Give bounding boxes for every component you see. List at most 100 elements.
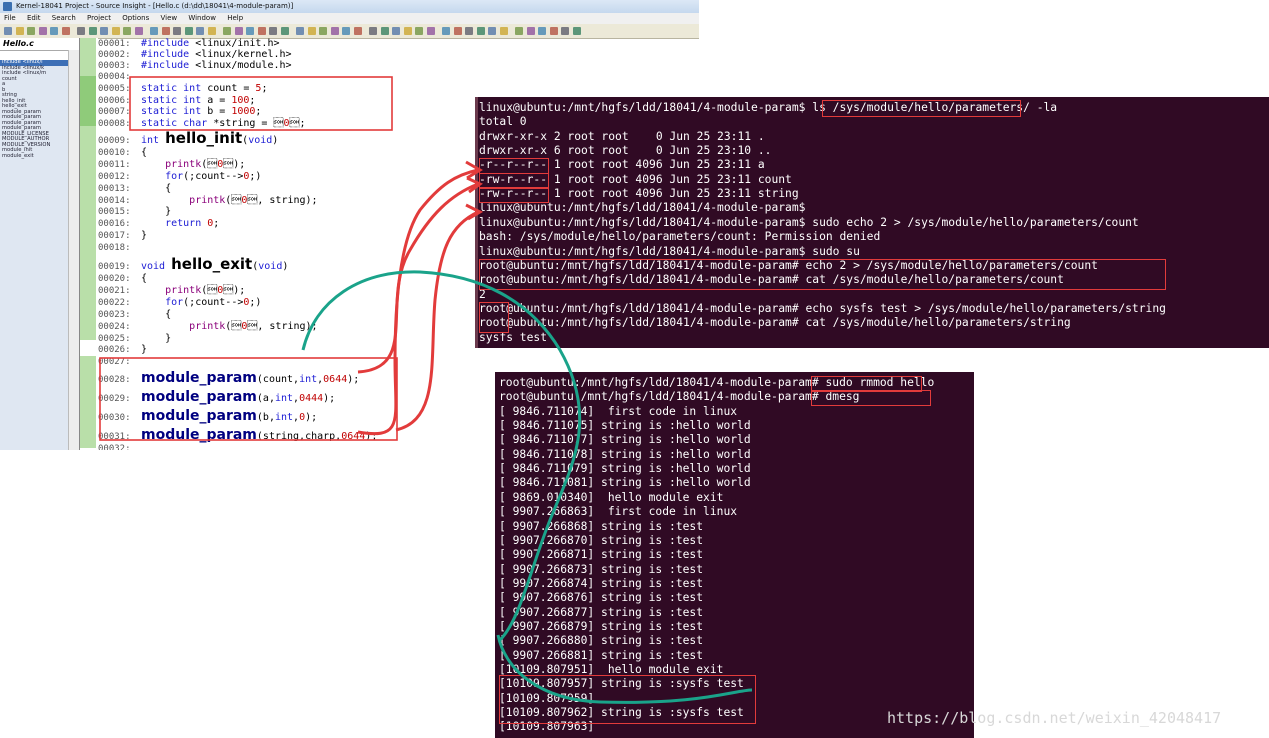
toolbar-button-icon[interactable] bbox=[280, 27, 289, 35]
toolbar-button-icon[interactable] bbox=[134, 27, 143, 35]
code-text: { bbox=[141, 273, 148, 284]
toolbar-button-icon[interactable] bbox=[403, 27, 412, 35]
code-line[interactable]: 00012: for(;count-->0;) bbox=[98, 171, 261, 183]
toolbar-button-icon[interactable] bbox=[223, 27, 231, 35]
terminal-bottom[interactable]: root@ubuntu:/mnt/hgfs/ldd/18041/4-module… bbox=[495, 372, 974, 738]
symbol-window: Hello.c include <linux/i include <linux/k… bbox=[0, 38, 80, 450]
terminal-line: [ 9846.711078] string is :hello world bbox=[499, 447, 751, 461]
toolbar-button-icon[interactable] bbox=[369, 27, 377, 35]
toolbar-button-icon[interactable] bbox=[442, 27, 450, 35]
code-line[interactable]: 00029: module_param(a,int,0444); bbox=[98, 389, 336, 405]
code-line[interactable]: 00024: printk(0, string); bbox=[98, 321, 318, 333]
code-text: module_param(b,int,0); bbox=[141, 408, 318, 424]
code-line[interactable]: 00031: module_param(string,charp,0644); bbox=[98, 427, 378, 443]
toolbar-button-icon[interactable] bbox=[392, 27, 400, 35]
toolbar-button-icon[interactable] bbox=[61, 27, 70, 35]
toolbar-button-icon[interactable] bbox=[499, 27, 508, 35]
code-line[interactable]: 00010: { bbox=[98, 147, 147, 159]
change-gutter bbox=[80, 38, 98, 450]
code-line[interactable]: 00022: for(;count-->0;) bbox=[98, 297, 261, 309]
toolbar-button-icon[interactable] bbox=[234, 27, 243, 35]
toolbar-button-icon[interactable] bbox=[342, 27, 350, 35]
menu-search[interactable]: Search bbox=[52, 14, 76, 22]
toolbar-button-icon[interactable] bbox=[453, 27, 462, 35]
toolbar-button-icon[interactable] bbox=[38, 27, 47, 35]
symbol-item[interactable]: module_exit bbox=[0, 153, 68, 160]
code-line[interactable]: 00032: bbox=[98, 443, 141, 450]
toolbar-button-icon[interactable] bbox=[184, 27, 193, 35]
toolbar-button-icon[interactable] bbox=[307, 27, 316, 35]
toolbar-button-icon[interactable] bbox=[296, 27, 304, 35]
toolbar-button-icon[interactable] bbox=[111, 27, 120, 35]
code-text: return 0; bbox=[165, 218, 220, 229]
menu-file[interactable]: File bbox=[4, 14, 16, 22]
code-text: module_param(a,int,0444); bbox=[141, 389, 336, 405]
menu-project[interactable]: Project bbox=[87, 14, 111, 22]
code-line[interactable]: 00030: module_param(b,int,0); bbox=[98, 408, 318, 424]
box-dmesg bbox=[811, 390, 931, 406]
code-line[interactable]: 00020: { bbox=[98, 273, 147, 285]
toolbar-button-icon[interactable] bbox=[77, 27, 85, 35]
code-line[interactable]: 00013: { bbox=[98, 183, 171, 195]
symbol-scrollbar[interactable] bbox=[68, 50, 79, 450]
code-line[interactable]: 00004: bbox=[98, 71, 141, 83]
toolbar-button-icon[interactable] bbox=[549, 27, 558, 35]
toolbar-button-icon[interactable] bbox=[330, 27, 339, 35]
code-line[interactable]: 00027: bbox=[98, 356, 141, 368]
menu-edit[interactable]: Edit bbox=[27, 14, 41, 22]
toolbar-button-icon[interactable] bbox=[465, 27, 473, 35]
window-title-bar: Kernel-18041 Project - Source Insight - … bbox=[0, 0, 699, 13]
toolbar-button-icon[interactable] bbox=[150, 27, 158, 35]
terminal-line: [ 9846.711079] string is :hello world bbox=[499, 462, 751, 476]
toolbar-button-icon[interactable] bbox=[246, 27, 254, 35]
toolbar-button-icon[interactable] bbox=[572, 27, 581, 35]
code-text: #include <linux/kernel.h> bbox=[141, 49, 292, 60]
toolbar-button-icon[interactable] bbox=[380, 27, 389, 35]
code-line[interactable]: 00016: return 0; bbox=[98, 218, 219, 230]
code-line[interactable]: 00011: printk(0); bbox=[98, 159, 245, 171]
code-line[interactable]: 00005: static int count = 5; bbox=[98, 83, 267, 95]
code-line[interactable]: 00019: void hello_exit(void) bbox=[98, 257, 288, 273]
toolbar-button-icon[interactable] bbox=[257, 27, 266, 35]
toolbar-button-icon[interactable] bbox=[269, 27, 277, 35]
code-line[interactable]: 00007: static int b = 1000; bbox=[98, 106, 261, 118]
code-line[interactable]: 00018: bbox=[98, 242, 141, 254]
toolbar-button-icon[interactable] bbox=[27, 27, 35, 35]
toolbar-button-icon[interactable] bbox=[4, 27, 12, 35]
code-line[interactable]: 00009: int hello_init(void) bbox=[98, 131, 278, 147]
menu-view[interactable]: View bbox=[160, 14, 177, 22]
code-line[interactable]: 00028: module_param(count,int,0644); bbox=[98, 371, 359, 385]
toolbar-button-icon[interactable] bbox=[161, 27, 170, 35]
toolbar-button-icon[interactable] bbox=[207, 27, 216, 35]
code-line[interactable]: 00017:} bbox=[98, 230, 147, 242]
code-line[interactable]: 00015: } bbox=[98, 206, 171, 218]
toolbar-button-icon[interactable] bbox=[538, 27, 546, 35]
toolbar-button-icon[interactable] bbox=[123, 27, 131, 35]
toolbar-button-icon[interactable] bbox=[476, 27, 485, 35]
toolbar-button-icon[interactable] bbox=[415, 27, 423, 35]
toolbar-button-icon[interactable] bbox=[88, 27, 97, 35]
box-ls-path bbox=[822, 100, 1021, 117]
toolbar-button-icon[interactable] bbox=[50, 27, 58, 35]
code-line[interactable]: 00023: { bbox=[98, 309, 171, 321]
toolbar-button-icon[interactable] bbox=[515, 27, 523, 35]
toolbar-button-icon[interactable] bbox=[196, 27, 204, 35]
menu-options[interactable]: Options bbox=[122, 14, 149, 22]
toolbar-button-icon[interactable] bbox=[353, 27, 362, 35]
code-line[interactable]: 00026:} bbox=[98, 344, 147, 356]
code-text: } bbox=[141, 333, 172, 344]
toolbar-button-icon[interactable] bbox=[15, 27, 24, 35]
symbol-list: include <linux/i include <linux/k include … bbox=[0, 59, 68, 450]
menu-help[interactable]: Help bbox=[227, 14, 243, 22]
toolbar-button-icon[interactable] bbox=[100, 27, 108, 35]
toolbar-button-icon[interactable] bbox=[426, 27, 435, 35]
toolbar-button-icon[interactable] bbox=[173, 27, 181, 35]
toolbar-button-icon[interactable] bbox=[526, 27, 535, 35]
code-text: module_param(string,charp,0644); bbox=[141, 427, 378, 443]
toolbar-button-icon[interactable] bbox=[561, 27, 569, 35]
menu-window[interactable]: Window bbox=[188, 14, 216, 22]
terminal-top[interactable]: linux@ubuntu:/mnt/hgfs/ldd/18041/4-modul… bbox=[475, 97, 1269, 348]
toolbar-button-icon[interactable] bbox=[319, 27, 327, 35]
code-line[interactable]: 00021: printk(0); bbox=[98, 285, 245, 297]
toolbar-button-icon[interactable] bbox=[488, 27, 496, 35]
